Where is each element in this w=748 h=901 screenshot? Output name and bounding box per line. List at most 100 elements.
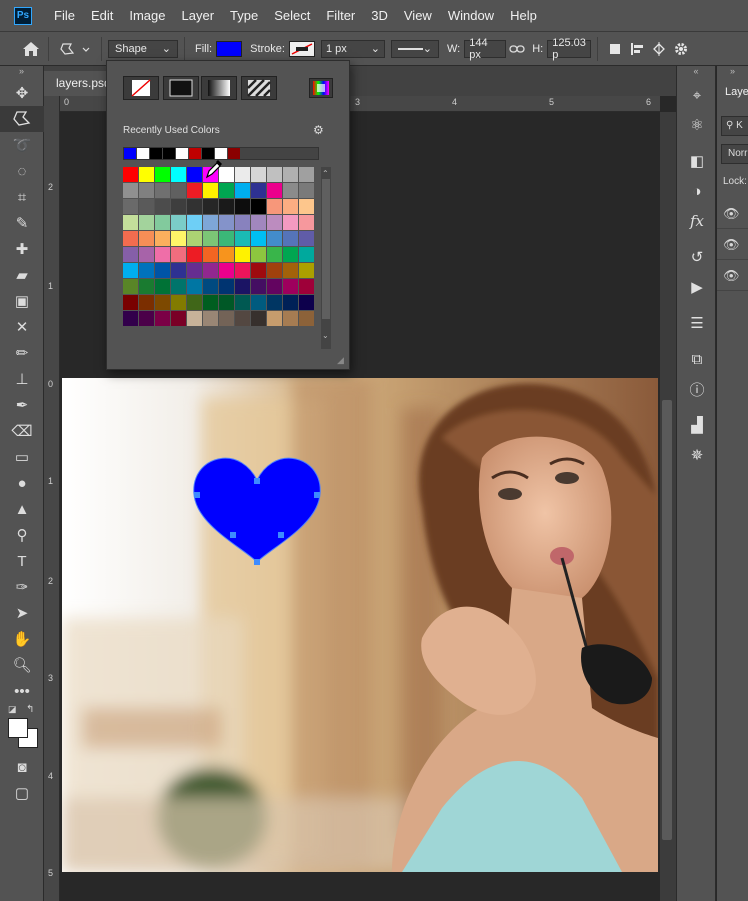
menu-edit[interactable]: Edit	[83, 0, 121, 32]
color-swatch[interactable]	[171, 199, 186, 214]
menu-help[interactable]: Help	[502, 0, 545, 32]
layer-row[interactable]: 👁︎	[717, 199, 748, 229]
path-arrangement-icon[interactable]	[648, 38, 670, 60]
path-operations-icon[interactable]	[604, 38, 626, 60]
color-swatch[interactable]	[203, 311, 218, 326]
path-selection-tool-icon[interactable]: ➤	[0, 600, 44, 626]
color-swatch[interactable]	[299, 183, 314, 198]
color-swatch[interactable]	[299, 199, 314, 214]
gradient-button[interactable]	[201, 76, 237, 100]
color-swatch[interactable]	[171, 279, 186, 294]
color-swatch[interactable]	[283, 311, 298, 326]
color-swatch[interactable]	[267, 167, 282, 182]
libraries-panel-icon[interactable]: ◧	[677, 146, 717, 176]
color-swatch[interactable]	[187, 167, 202, 182]
color-swatch[interactable]	[235, 183, 250, 198]
popup-scrollbar[interactable]: ⌃ ⌄	[321, 167, 331, 349]
color-swatch[interactable]	[123, 311, 138, 326]
stamp-tool-icon[interactable]: ⊥	[0, 366, 44, 392]
scroll-down-icon[interactable]: ⌄	[322, 331, 329, 340]
color-swatch[interactable]	[155, 183, 170, 198]
recent-color-swatch[interactable]	[176, 148, 188, 159]
color-swatch[interactable]	[283, 215, 298, 230]
color-swatch[interactable]	[155, 263, 170, 278]
color-swatch[interactable]	[187, 311, 202, 326]
color-swatch[interactable]	[187, 295, 202, 310]
quick-mask-icon[interactable]: ◙	[0, 754, 44, 780]
menu-layer[interactable]: Layer	[174, 0, 223, 32]
adjustments-panel-icon[interactable]: ◑	[677, 176, 717, 206]
color-swatch[interactable]	[283, 167, 298, 182]
color-swatch[interactable]	[123, 199, 138, 214]
histogram-panel-icon[interactable]: ▟	[677, 410, 717, 440]
color-swatch[interactable]	[251, 263, 266, 278]
vertical-ruler[interactable]: 2 1 0 1 2 3 4 5	[44, 96, 60, 901]
custom-shape-tool-icon[interactable]	[0, 106, 44, 132]
eye-visibility-icon[interactable]: 👁︎	[723, 206, 740, 222]
gradient-tool-icon[interactable]: ▭	[0, 444, 44, 470]
anchor-point[interactable]	[254, 559, 260, 565]
color-picker-button[interactable]	[309, 78, 333, 98]
color-swatch[interactable]	[123, 215, 138, 230]
layer-row[interactable]: 👁︎	[717, 261, 748, 291]
color-swatch[interactable]	[123, 247, 138, 262]
resize-grip-icon[interactable]: ◢	[337, 355, 344, 366]
sharpen-tool-icon[interactable]: ▲	[0, 496, 44, 522]
path-alignment-icon[interactable]	[626, 38, 648, 60]
dodge-tool-icon[interactable]: ⚲	[0, 522, 44, 548]
color-swatch[interactable]	[203, 215, 218, 230]
color-swatch[interactable]	[299, 247, 314, 262]
blend-mode-dropdown[interactable]: Norr	[721, 144, 748, 164]
anchor-point[interactable]	[230, 532, 236, 538]
color-swatch[interactable]	[251, 231, 266, 246]
type-tool-icon[interactable]: T	[0, 548, 44, 574]
color-swatch[interactable]	[155, 167, 170, 182]
scrollbar-thumb[interactable]	[662, 400, 672, 840]
popup-scroll-thumb[interactable]	[322, 179, 330, 319]
color-swatch[interactable]	[251, 183, 266, 198]
color-swatch[interactable]	[283, 263, 298, 278]
color-swatch[interactable]	[299, 231, 314, 246]
color-swatch[interactable]	[139, 279, 154, 294]
anchor-point[interactable]	[254, 478, 260, 484]
color-swatch[interactable]	[139, 263, 154, 278]
color-swatch[interactable]	[123, 231, 138, 246]
menu-select[interactable]: Select	[266, 0, 318, 32]
color-swatch[interactable]	[203, 263, 218, 278]
recent-color-swatch[interactable]	[163, 148, 175, 159]
zoom-tool-icon[interactable]: 🔍︎	[0, 652, 44, 678]
eyedropper-tool-icon[interactable]: ✎	[0, 210, 44, 236]
heart-shape-layer[interactable]	[190, 450, 330, 572]
color-swatch[interactable]	[155, 295, 170, 310]
color-swatch[interactable]	[203, 199, 218, 214]
width-field[interactable]: 144 px	[464, 37, 507, 61]
menu-3d[interactable]: 3D	[363, 0, 396, 32]
color-swatch[interactable]	[283, 247, 298, 262]
actions-panel-icon[interactable]: ▶	[677, 272, 717, 302]
recent-color-swatch[interactable]	[137, 148, 149, 159]
scroll-up-icon[interactable]: ⌃	[322, 169, 329, 178]
color-swatch[interactable]	[219, 183, 234, 198]
color-swatch[interactable]	[219, 215, 234, 230]
anchor-point[interactable]	[194, 492, 200, 498]
color-swatch[interactable]	[299, 279, 314, 294]
color-swatch[interactable]	[299, 295, 314, 310]
color-swatch[interactable]	[203, 231, 218, 246]
color-swatch[interactable]	[139, 215, 154, 230]
menu-file[interactable]: File	[46, 0, 83, 32]
document-photo[interactable]	[62, 378, 658, 872]
collapse-chevron-icon[interactable]: «	[677, 66, 715, 80]
color-swatch[interactable]	[155, 279, 170, 294]
color-swatch[interactable]	[187, 279, 202, 294]
color-swatch[interactable]	[123, 279, 138, 294]
layer-filter-field[interactable]: ⚲ K	[721, 116, 748, 136]
color-swatch[interactable]	[123, 167, 138, 182]
color-swatch[interactable]	[171, 167, 186, 182]
healing-brush-tool-icon[interactable]: ✚	[0, 236, 44, 262]
swap-colors-icon[interactable]: ↰	[26, 704, 34, 715]
color-swatch[interactable]	[187, 263, 202, 278]
color-swatch[interactable]	[267, 247, 282, 262]
history-panel-icon[interactable]: ↺	[677, 242, 717, 272]
screen-mode-icon[interactable]: ▢	[0, 780, 44, 806]
color-swatch[interactable]	[219, 263, 234, 278]
